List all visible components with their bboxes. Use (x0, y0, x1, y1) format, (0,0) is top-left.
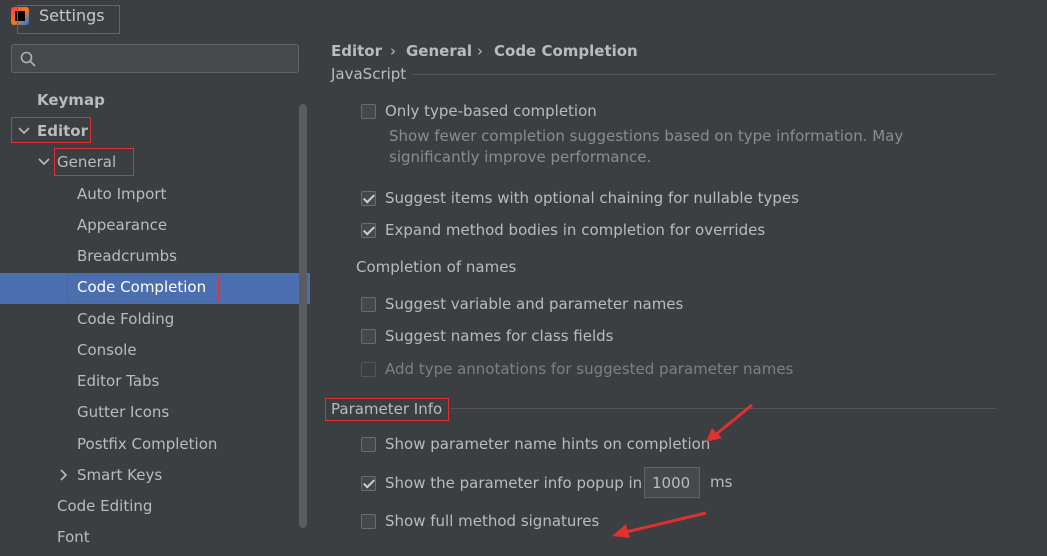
expand-method-bodies-label[interactable]: Expand method bodies in completion for o… (385, 221, 765, 239)
optional-chaining-label[interactable]: Suggest items with optional chaining for… (385, 189, 799, 207)
only-type-based-description-line-2: significantly improve performance. (389, 148, 652, 166)
tree-item-breadcrumbs[interactable]: Breadcrumbs (77, 241, 177, 272)
parameter-name-hints-label[interactable]: Show parameter name hints on completion (385, 435, 710, 453)
chevron-right-icon[interactable] (57, 468, 71, 482)
section-title-javascript: JavaScript (331, 65, 407, 83)
popup-delay-unit: ms (710, 473, 733, 491)
tree-item-appearance[interactable]: Appearance (77, 210, 167, 241)
breadcrumb-separator: › (477, 42, 483, 60)
tree-item-editor-tabs[interactable]: Editor Tabs (77, 366, 159, 397)
optional-chaining-checkbox[interactable] (361, 191, 376, 206)
breadcrumb-item-general[interactable]: General (406, 42, 472, 60)
tree-scrollbar[interactable] (299, 104, 307, 528)
tree-item-gutter-icons[interactable]: Gutter Icons (77, 397, 169, 428)
tree-item-keymap[interactable]: Keymap (37, 85, 105, 116)
title-bar (0, 0, 1047, 34)
tree-item-font[interactable]: Font (57, 522, 90, 553)
completion-of-names-title: Completion of names (356, 258, 517, 276)
tree-item-auto-import[interactable]: Auto Import (77, 179, 166, 210)
tree-item-code-folding[interactable]: Code Folding (77, 304, 174, 335)
type-annotations-checkbox (361, 362, 376, 377)
breadcrumb-item-code-completion: Code Completion (494, 42, 638, 60)
only-type-based-description-line-1: Show fewer completion suggestions based … (389, 127, 904, 145)
tree-item-code-editing[interactable]: Code Editing (57, 491, 152, 522)
parameter-name-hints-checkbox[interactable] (361, 437, 376, 452)
full-method-signatures-label[interactable]: Show full method signatures (385, 512, 599, 530)
full-method-signatures-checkbox[interactable] (361, 514, 376, 529)
expand-method-bodies-checkbox[interactable] (361, 223, 376, 238)
only-type-based-label[interactable]: Only type-based completion (385, 102, 597, 120)
annotation-box-code-completion (67, 275, 219, 302)
annotation-box-general (54, 148, 134, 176)
suggest-class-fields-label[interactable]: Suggest names for class fields (385, 327, 613, 345)
tree-item-console[interactable]: Console (77, 335, 137, 366)
parameter-info-popup-label[interactable]: Show the parameter info popup in (385, 474, 642, 492)
search-icon (20, 51, 36, 67)
type-annotations-label: Add type annotations for suggested param… (385, 360, 794, 378)
annotation-box-parameter-info (325, 398, 449, 421)
settings-search-input[interactable] (11, 44, 299, 73)
breadcrumb-item-editor[interactable]: Editor (331, 42, 382, 60)
annotation-arrow-icon (706, 403, 753, 442)
chevron-down-icon[interactable] (37, 155, 51, 169)
tree-item-smart-keys[interactable]: Smart Keys (77, 460, 162, 491)
suggest-class-fields-checkbox[interactable] (361, 329, 376, 344)
annotation-arrow-icon (612, 511, 707, 538)
annotation-box-editor (11, 117, 91, 143)
only-type-based-checkbox[interactable] (361, 104, 376, 119)
section-divider (412, 74, 996, 75)
suggest-variable-names-label[interactable]: Suggest variable and parameter names (385, 295, 683, 313)
parameter-info-popup-checkbox[interactable] (361, 476, 376, 491)
tree-item-postfix-completion[interactable]: Postfix Completion (77, 429, 217, 460)
annotation-box-title (17, 5, 120, 34)
popup-delay-input[interactable] (644, 467, 700, 498)
breadcrumb-separator: › (390, 42, 396, 60)
suggest-variable-names-checkbox[interactable] (361, 297, 376, 312)
